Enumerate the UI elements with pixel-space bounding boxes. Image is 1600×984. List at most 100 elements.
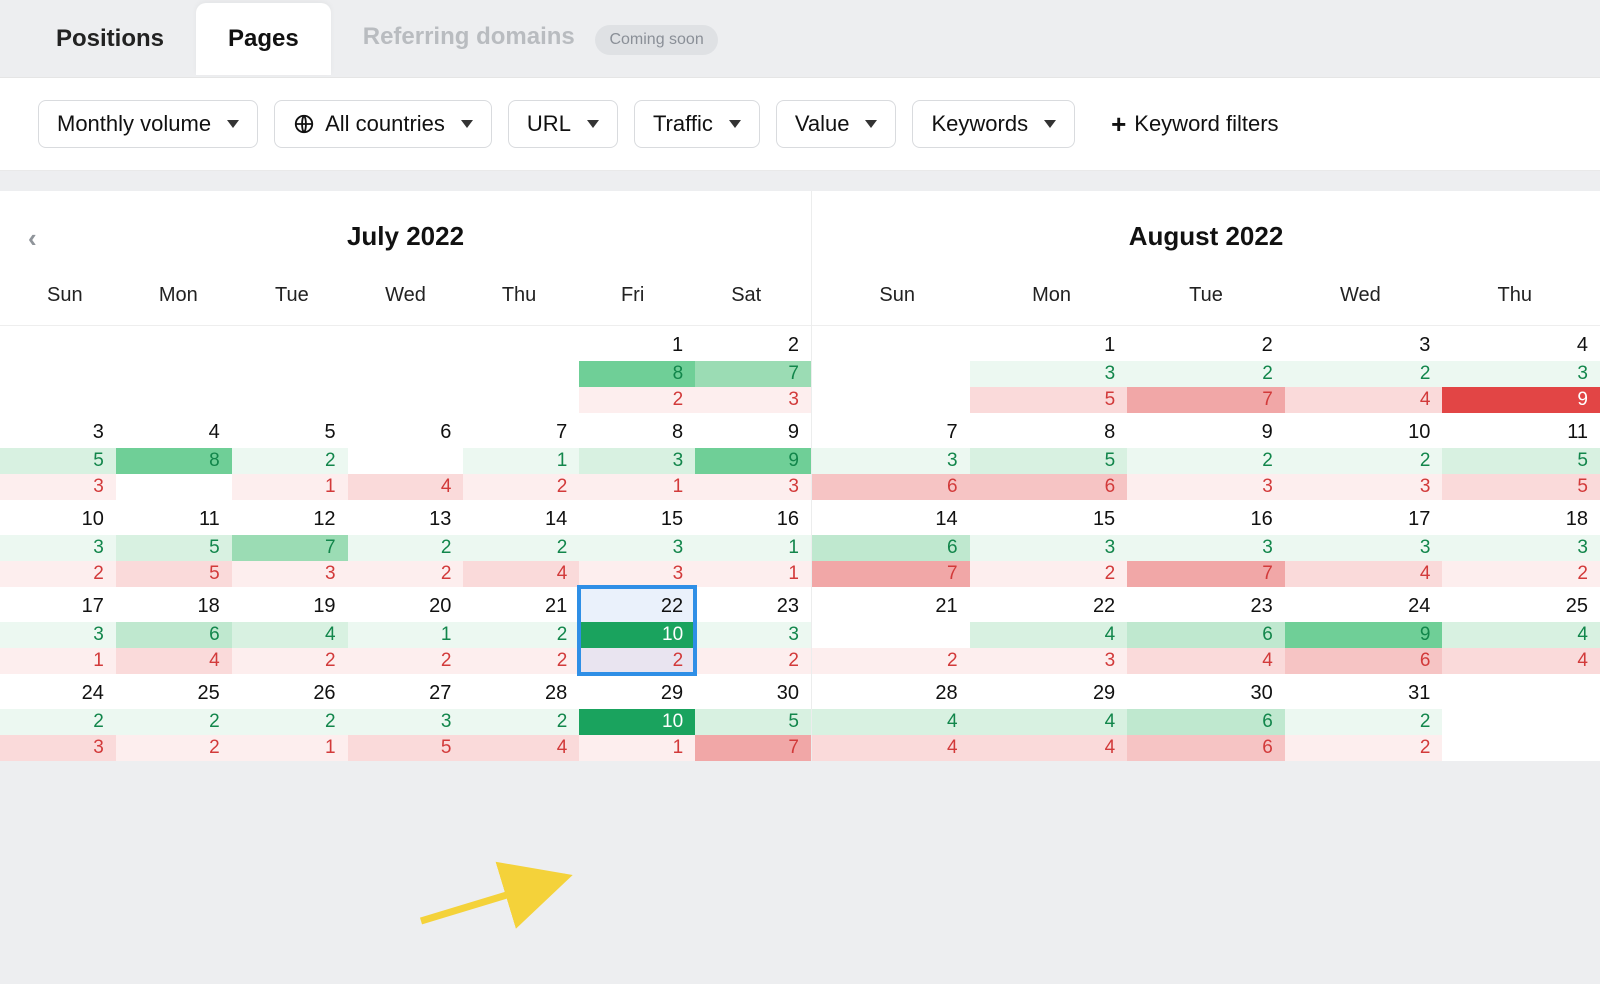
calendar-day[interactable]: 1734 [1285,500,1443,587]
calendar-day[interactable]: 439 [1442,326,1600,413]
day-number: 18 [1442,500,1600,535]
calendar-day[interactable]: 712 [463,413,579,500]
day-number: 31 [1285,674,1443,709]
calendar-day[interactable]: 2332 [695,587,811,674]
metric-down: 4 [970,735,1128,761]
calendar-day[interactable]: 1273 [232,500,348,587]
calendar-day[interactable]: 1731 [0,587,116,674]
calendar-day[interactable]: 923 [1127,413,1285,500]
prev-month-arrow[interactable]: ‹ [28,223,37,254]
tab-pages[interactable]: Pages [196,3,331,75]
metric-down: 4 [463,735,579,761]
chevron-down-icon [1044,120,1056,128]
calendar-day[interactable]: 48 [116,413,232,500]
day-number: 10 [1285,413,1443,448]
filter-value[interactable]: Value [776,100,897,148]
metric-down: 4 [116,648,232,674]
filter-traffic[interactable]: Traffic [634,100,760,148]
calendar-day[interactable]: 1155 [116,500,232,587]
metric-down: 7 [695,735,811,761]
calendar-day[interactable]: 831 [579,413,695,500]
metric-up: 2 [463,535,579,561]
calendar-day[interactable]: 6 4 [348,413,464,500]
calendar-empty-cell [116,326,232,413]
calendar-day[interactable]: 2621 [232,674,348,761]
calendar-day[interactable]: 227 [1127,326,1285,413]
calendar-day[interactable]: 1467 [812,500,970,587]
calendar-day[interactable]: 29101 [579,674,695,761]
calendar-day[interactable]: 135 [970,326,1128,413]
calendar-day[interactable]: 2735 [348,674,464,761]
metric-up [812,622,970,648]
calendar-day[interactable]: 856 [970,413,1128,500]
weekday-label: Sun [8,276,122,315]
calendar-day[interactable]: 21 2 [812,587,970,674]
calendar-day[interactable]: 1864 [116,587,232,674]
filter-monthly-volume[interactable]: Monthly volume [38,100,258,148]
metric-down: 3 [1127,474,1285,500]
calendar-day[interactable]: 2423 [0,674,116,761]
metric-up: 10 [579,622,695,648]
metric-down: 4 [1285,387,1443,413]
filter-countries[interactable]: All countries [274,100,492,148]
calendar-day[interactable]: 3122 [1285,674,1443,761]
calendar-day[interactable]: 1533 [579,500,695,587]
metric-up: 2 [1285,448,1443,474]
calendar-day[interactable]: 2522 [116,674,232,761]
calendar-day[interactable]: 736 [812,413,970,500]
day-number: 5 [232,413,348,448]
calendar-day[interactable]: 1637 [1127,500,1285,587]
filter-keywords-label: Keywords [931,111,1028,137]
day-number: 17 [0,587,116,622]
weekday-label: Thu [462,276,576,315]
calendar-day[interactable]: 1532 [970,500,1128,587]
calendar-day[interactable]: 1155 [1442,413,1600,500]
calendar-day[interactable]: 22102 [579,587,695,674]
metric-up: 2 [463,622,579,648]
filter-url[interactable]: URL [508,100,618,148]
calendar-day[interactable]: 521 [232,413,348,500]
calendar-day[interactable]: 3057 [695,674,811,761]
calendar-day[interactable]: 2944 [970,674,1128,761]
metric-down: 3 [1285,474,1443,500]
calendar-day[interactable]: 2243 [970,587,1128,674]
calendar-day[interactable]: 1611 [695,500,811,587]
calendar-container: ‹ July 2022 SunMonTueWedThuFriSat 182273… [0,191,1600,761]
day-number: 28 [463,674,579,709]
calendar-day[interactable]: 2824 [463,674,579,761]
day-number: 14 [812,500,970,535]
metric-down: 3 [695,474,811,500]
calendar-empty-cell [812,326,970,413]
calendar-day[interactable]: 182 [579,326,695,413]
calendar-day[interactable]: 2122 [463,587,579,674]
calendar-day[interactable]: 1322 [348,500,464,587]
calendar-day[interactable]: 1832 [1442,500,1600,587]
calendar-day[interactable]: 3066 [1127,674,1285,761]
chevron-down-icon [461,120,473,128]
calendar-day[interactable]: 324 [1285,326,1443,413]
metric-up: 4 [812,709,970,735]
calendar-week: 14671532163717341832 [812,500,1600,587]
filter-keywords[interactable]: Keywords [912,100,1075,148]
metric-up: 3 [970,361,1128,387]
calendar-day[interactable]: 1424 [463,500,579,587]
calendar-day[interactable]: 1023 [1285,413,1443,500]
calendar-day[interactable]: 1032 [0,500,116,587]
metric-down: 1 [232,474,348,500]
calendar-day[interactable]: 993 [695,413,811,500]
calendar-day[interactable]: 353 [0,413,116,500]
metric-down: 6 [1285,648,1443,674]
calendar-day[interactable]: 2364 [1127,587,1285,674]
metric-down: 4 [1442,648,1600,674]
calendar-day[interactable]: 2496 [1285,587,1443,674]
tab-positions[interactable]: Positions [24,3,196,75]
metric-up: 1 [695,535,811,561]
day-number: 1 [579,326,695,361]
keyword-filters-button[interactable]: + Keyword filters [1111,109,1278,140]
day-number: 21 [812,587,970,622]
calendar-day[interactable]: 2012 [348,587,464,674]
calendar-day[interactable]: 2544 [1442,587,1600,674]
calendar-day[interactable]: 2844 [812,674,970,761]
calendar-day[interactable]: 273 [695,326,811,413]
calendar-day[interactable]: 1942 [232,587,348,674]
